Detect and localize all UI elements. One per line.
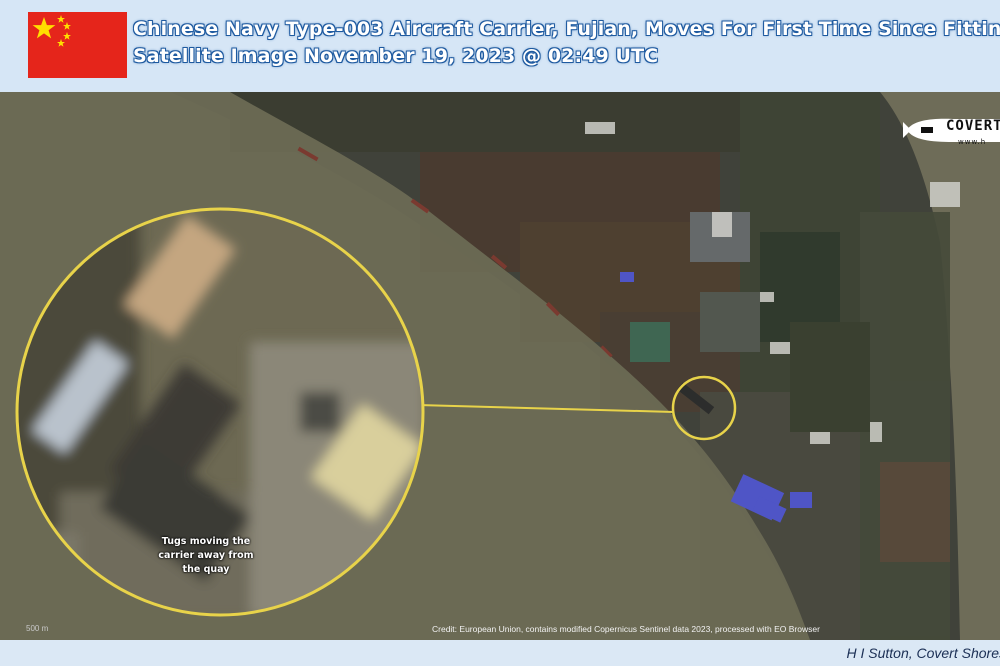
page-title: Chinese Navy Type-003 Aircraft Carrier, … [133,18,1000,40]
logo-url: www.h [958,138,987,146]
header-bar: Chinese Navy Type-003 Aircraft Carrier, … [0,0,1000,92]
zoom-annotation: Tugs moving the carrier away from the qu… [158,536,254,575]
image-credit: Credit: European Union, contains modifie… [432,624,820,634]
china-flag-icon [28,12,127,78]
footer-bar: H I Sutton, Covert Shores [0,640,1000,666]
author-credit: H I Sutton, Covert Shores [846,645,1000,661]
scale-bar: 500 m [26,624,49,633]
logo-text: COVERT [946,118,1000,134]
page-subtitle: Satellite Image November 19, 2023 @ 02:4… [133,45,659,67]
satellite-image: Tugs moving the carrier away from the qu… [0,92,1000,640]
